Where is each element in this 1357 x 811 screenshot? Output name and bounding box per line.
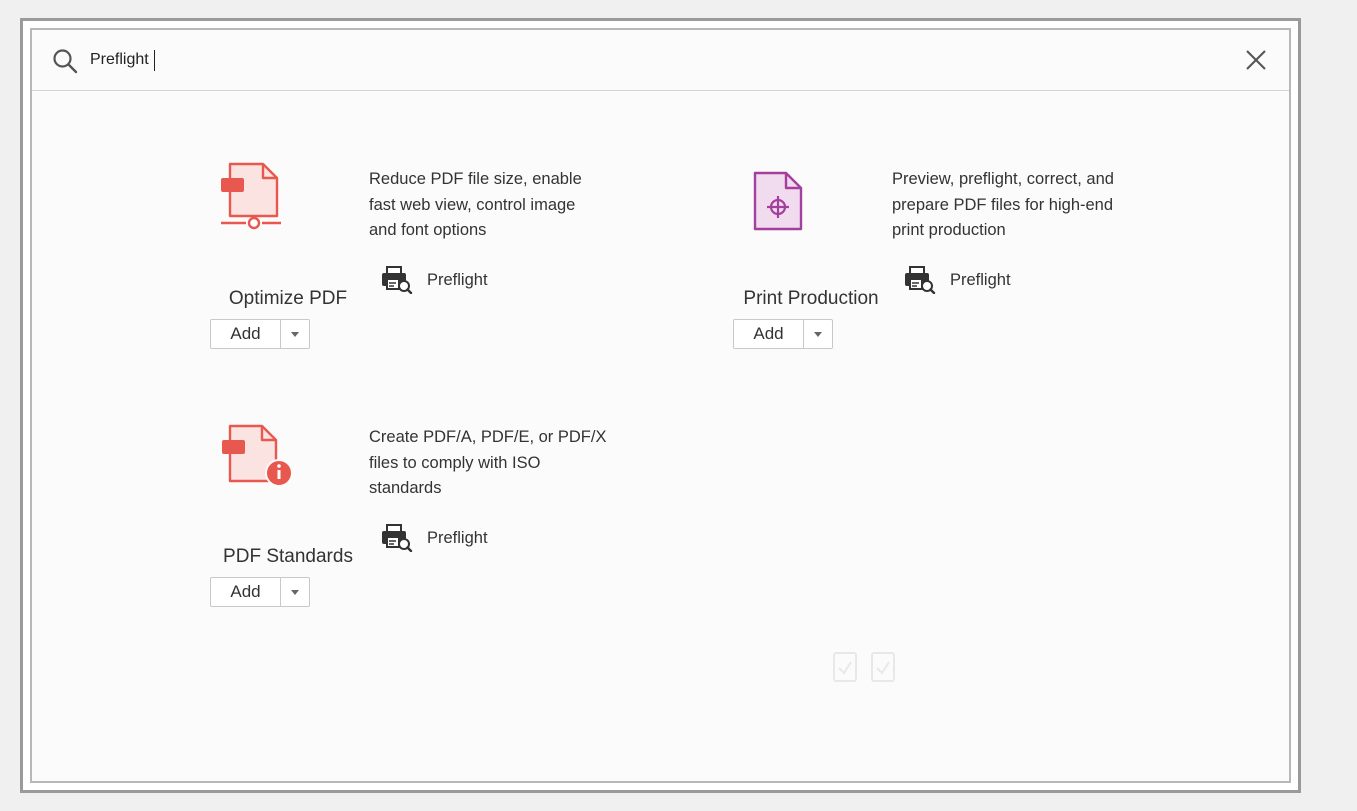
add-dropdown-chevron-icon[interactable]: [804, 320, 832, 348]
add-tool-split-button: Add: [210, 577, 310, 607]
tool-description: Create PDF/A, PDF/E, or PDF/X files to c…: [369, 428, 607, 497]
print-production-icon: [753, 171, 803, 231]
add-dropdown-chevron-icon[interactable]: [281, 578, 309, 606]
add-button[interactable]: Add: [734, 320, 804, 348]
add-dropdown-chevron-icon[interactable]: [281, 320, 309, 348]
dialog-content: Optimize PDF Add Reduce PDF file size, e…: [30, 28, 1291, 783]
preflight-match-link[interactable]: Preflight: [381, 524, 488, 552]
pdf-standards-icon: [222, 424, 293, 487]
add-button[interactable]: Add: [211, 578, 281, 606]
add-button[interactable]: Add: [211, 320, 281, 348]
tool-description: Reduce PDF file size, enable fast web vi…: [369, 170, 582, 239]
search-input[interactable]: [90, 48, 790, 72]
add-tool-split-button: Add: [733, 319, 833, 349]
preflight-icon: [382, 266, 413, 294]
preflight-label: Preflight: [427, 270, 488, 289]
preflight-match-link[interactable]: Preflight: [381, 266, 488, 294]
tool-name: Optimize PDF: [228, 288, 348, 309]
tool-name: Print Production: [743, 288, 879, 309]
preflight-icon: [382, 524, 413, 552]
search-bar: [32, 30, 1289, 91]
close-icon[interactable]: [1243, 47, 1269, 73]
preflight-match-link[interactable]: Preflight: [904, 266, 1011, 294]
faint-background-icons: [833, 652, 895, 682]
search-icon: [53, 49, 78, 74]
preflight-icon: [905, 266, 936, 294]
tools-search-dialog: Optimize PDF Add Reduce PDF file size, e…: [20, 18, 1301, 793]
text-caret: [154, 50, 155, 71]
optimize-pdf-icon: [221, 162, 281, 230]
preflight-label: Preflight: [950, 270, 1011, 289]
add-tool-split-button: Add: [210, 319, 310, 349]
tool-name: PDF Standards: [223, 546, 353, 567]
preflight-label: Preflight: [427, 528, 488, 547]
tool-description: Preview, preflight, correct, and prepare…: [892, 170, 1114, 239]
